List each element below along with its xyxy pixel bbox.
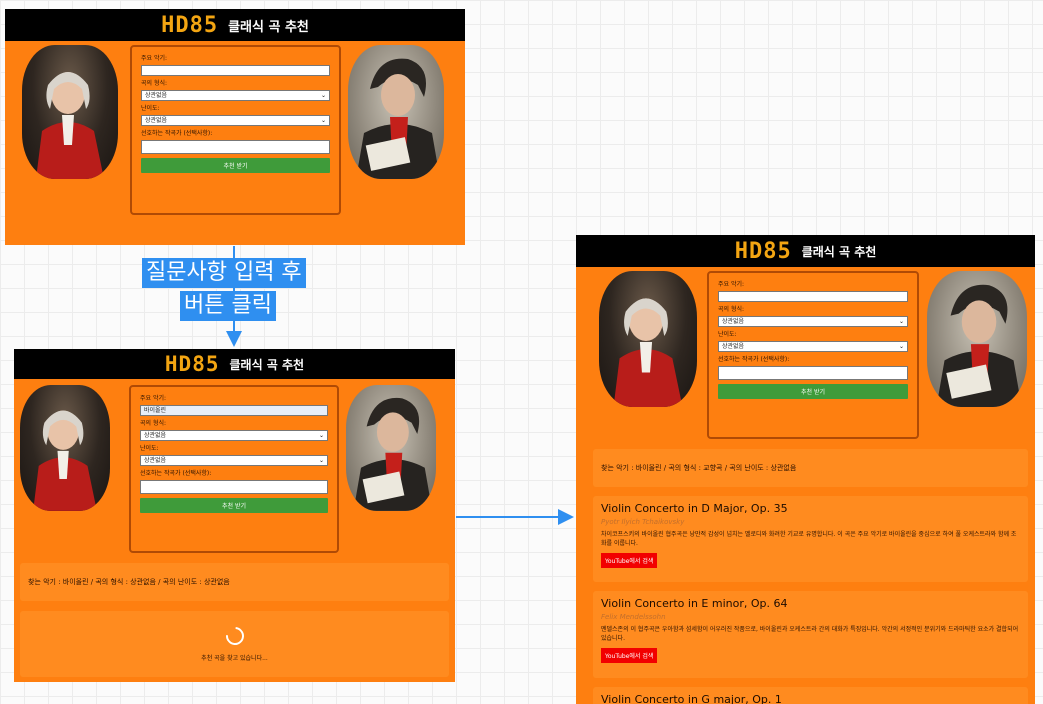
composer-label: 선호하는 작곡가 (선택사항): [141,130,213,137]
difficulty-select[interactable]: 상관없음 ⌄ [718,341,908,352]
loading-spinner-icon [221,622,248,649]
difficulty-select-value: 상관없음 [145,117,168,124]
difficulty-label: 난이도: [718,331,737,338]
composer-input[interactable] [718,366,908,380]
recommend-form: 주요 악기: 곡의 형식: 상관없음 ⌄ 난이도: 상관없음 ⌄ 선호하는 작곡가 … [707,271,919,439]
chevron-down-icon: ⌄ [318,457,324,464]
instrument-input[interactable] [718,291,908,302]
composer-input[interactable] [141,140,330,154]
app-logo: HD85 [164,352,220,376]
form-label: 곡의 형식: [718,306,745,313]
app-title: 클래식 곡 추천 [228,19,309,35]
result-card: Violin Concerto in G major, Op. 1 [593,687,1028,704]
screen-loading: HD85 클래식 곡 추천 주요 악기: 바이올린 곡의 형식: 상관없음 ⌄ 난… [14,349,455,682]
result-title: Violin Concerto in D Major, Op. 35 [601,502,788,515]
composer-input[interactable] [140,480,328,494]
search-summary: 찾는 악기 : 바이올린 / 곡의 형식 : 교향곡 / 곡의 난이도 : 상관… [593,449,1028,487]
chevron-down-icon: ⌄ [898,343,904,350]
result-description: 멘델스존의 이 협주곡은 우아함과 섬세함이 어우러진 작품으로, 바이올린과 … [601,626,1019,642]
form-select[interactable]: 상관없음 ⌄ [140,430,328,441]
loading-panel: 추천 곡을 찾고 있습니다... [20,611,449,677]
composer-label: 선호하는 작곡가 (선택사항): [140,470,212,477]
screen-initial: HD85 클래식 곡 추천 주요 악기: 곡의 형식: 상관없음 ⌄ 난이도: 상… [5,9,465,245]
mozart-portrait [20,385,110,511]
app-logo: HD85 [161,12,219,38]
form-select-value: 상관없음 [144,432,167,439]
screen-results: HD85 클래식 곡 추천 주요 악기: 곡의 형식: 상관없음 ⌄ 난이도: 상… [576,235,1035,704]
form-label: 곡의 형식: [141,80,168,87]
youtube-search-button[interactable]: YouTube에서 검색 [601,553,658,568]
callout-line1: 질문사항 입력 후 [142,258,306,288]
difficulty-select[interactable]: 상관없음 ⌄ [141,115,330,126]
mozart-portrait [599,271,697,407]
app-title: 클래식 곡 추천 [801,244,877,259]
chevron-down-icon: ⌄ [320,117,326,124]
instrument-label: 주요 악기: [141,55,168,62]
beethoven-portrait [927,271,1027,407]
form-select[interactable]: 상관없음 ⌄ [718,316,908,327]
difficulty-label: 난이도: [140,445,159,452]
difficulty-select-value: 상관없음 [722,343,745,350]
recommend-form: 주요 악기: 곡의 형식: 상관없음 ⌄ 난이도: 상관없음 ⌄ 선호하는 작곡가 … [130,45,341,215]
app-logo: HD85 [734,238,792,264]
callout-line2: 버튼 클릭 [180,291,276,321]
app-header: HD85 클래식 곡 추천 [14,349,455,379]
result-title: Violin Concerto in E minor, Op. 64 [601,597,788,610]
instrument-input[interactable] [141,65,330,76]
search-summary: 찾는 악기 : 바이올린 / 곡의 형식 : 상관없음 / 곡의 난이도 : 상… [20,563,449,601]
youtube-search-button[interactable]: YouTube에서 검색 [601,648,658,663]
app-title: 클래식 곡 추천 [229,357,305,372]
form-select[interactable]: 상관없음 ⌄ [141,90,330,101]
result-title: Violin Concerto in G major, Op. 1 [601,693,782,704]
instrument-label: 주요 악기: [140,395,167,402]
beethoven-portrait [348,45,444,179]
beethoven-portrait [346,385,436,511]
chevron-down-icon: ⌄ [320,92,326,99]
chevron-down-icon: ⌄ [318,432,324,439]
instrument-label: 주요 악기: [718,281,745,288]
app-header: HD85 클래식 곡 추천 [576,235,1035,267]
loading-message: 추천 곡을 찾고 있습니다... [201,654,268,662]
difficulty-select[interactable]: 상관없음 ⌄ [140,455,328,466]
difficulty-select-value: 상관없음 [144,457,167,464]
instrument-input[interactable]: 바이올린 [140,405,328,416]
submit-button[interactable]: 추천 받기 [140,498,328,513]
form-select-value: 상관없음 [145,92,168,99]
submit-button[interactable]: 추천 받기 [141,158,330,173]
result-composer: Felix Mendelssohn [601,613,666,621]
result-card: Violin Concerto in D Major, Op. 35 Pyotr… [593,496,1028,582]
form-label: 곡의 형식: [140,420,167,427]
result-composer: Pyotr Ilyich Tchaikovsky [601,518,685,526]
form-select-value: 상관없음 [722,318,745,325]
app-header: HD85 클래식 곡 추천 [5,9,465,41]
recommend-form: 주요 악기: 바이올린 곡의 형식: 상관없음 ⌄ 난이도: 상관없음 ⌄ 선호하는… [129,385,339,553]
submit-button[interactable]: 추천 받기 [718,384,908,399]
chevron-down-icon: ⌄ [898,318,904,325]
result-description: 차이코프스키의 바이올린 협주곡은 낭만적 감성이 넘치는 멜로디와 화려한 기… [601,531,1017,547]
difficulty-label: 난이도: [141,105,160,112]
result-card: Violin Concerto in E minor, Op. 64 Felix… [593,591,1028,678]
instrument-input-value: 바이올린 [144,407,167,414]
composer-label: 선호하는 작곡가 (선택사항): [718,356,790,363]
mozart-portrait [22,45,118,179]
